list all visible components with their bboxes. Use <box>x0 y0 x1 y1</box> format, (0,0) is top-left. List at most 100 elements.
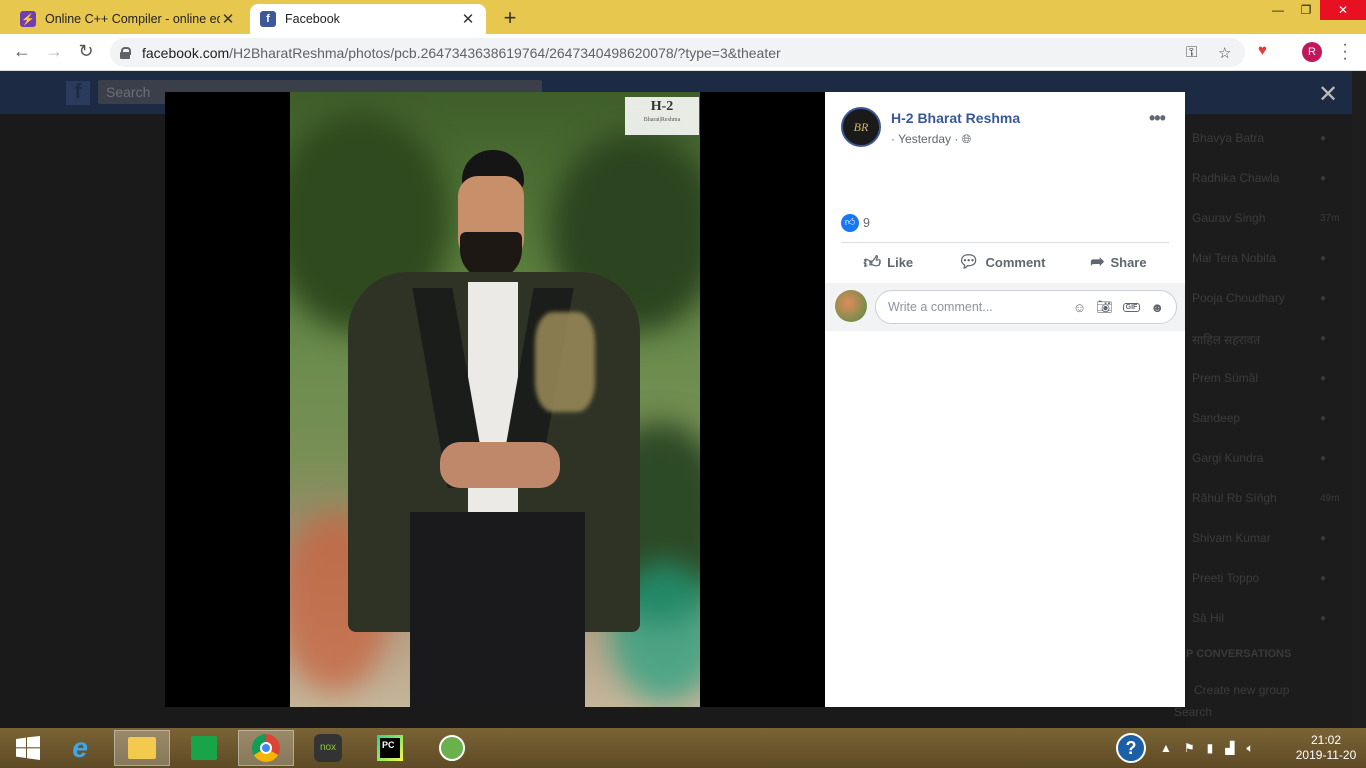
chat-contact[interactable]: Gaurav Singh <box>1192 211 1265 225</box>
post-meta: · Yesterday · 🌐︎ <box>891 132 971 147</box>
chat-contact[interactable]: Gargi Kundra <box>1192 451 1263 465</box>
tab-cpp-compiler[interactable]: ⚡ Online C++ Compiler - online ed ✕ <box>10 4 246 34</box>
thumbs-up-icon: 👍︎ <box>863 252 882 272</box>
post-panel: BR H-2 Bharat Reshma · Yesterday · 🌐︎ ••… <box>825 92 1185 707</box>
minimize-button[interactable]: — <box>1264 0 1292 20</box>
chat-status: ● <box>1320 573 1327 584</box>
windows-taskbar: e nox PC ? ▲ ⚑ ▮ ▟ 🔈︎ 21:02 2019-11-20 <box>0 728 1366 768</box>
sticker-icon[interactable]: ☻ <box>1150 300 1164 315</box>
emoji-icon[interactable]: ☺ <box>1073 300 1086 315</box>
gif-icon[interactable]: GIF <box>1122 302 1141 312</box>
scrollbar[interactable] <box>1352 71 1366 728</box>
chat-contact[interactable]: साहिल सहरावत <box>1192 331 1260 348</box>
photo-stage: H-2 Bharat|Reshma <box>165 92 825 707</box>
chat-contact[interactable]: Preeti Toppo <box>1192 571 1259 585</box>
tab-facebook[interactable]: f Facebook ✕ <box>250 4 486 34</box>
forward-icon[interactable]: → <box>42 41 66 62</box>
reaction-summary[interactable]: 👍︎ 9 <box>841 214 870 232</box>
profile-avatar[interactable]: R <box>1302 42 1322 62</box>
chat-status: ● <box>1320 173 1327 184</box>
share-button[interactable]: ➦ Share <box>1090 252 1146 272</box>
comment-placeholder: Write a comment... <box>888 300 993 314</box>
reaction-count: 9 <box>863 216 870 230</box>
chat-status: ● <box>1320 333 1327 344</box>
internet-explorer-icon[interactable]: e <box>52 730 108 766</box>
chat-status: ● <box>1320 373 1327 384</box>
chat-contact[interactable]: Bhavya Batra <box>1192 131 1264 145</box>
new-tab-button[interactable]: + <box>498 5 522 31</box>
store-icon[interactable] <box>176 730 232 766</box>
chat-status: ● <box>1320 253 1327 264</box>
comment-icon: 💬︎ <box>957 252 980 271</box>
signal-icon[interactable]: ▟ <box>1225 741 1234 755</box>
chat-search[interactable]: Search <box>1174 705 1212 719</box>
close-theater-icon[interactable]: ✕ <box>1318 80 1338 109</box>
lightning-icon: ⚡ <box>20 11 36 27</box>
comment-input[interactable]: Write a comment... ☺ 📷︎ GIF ☻ <box>875 290 1177 324</box>
network-flag-icon[interactable]: ⚑ <box>1184 741 1195 755</box>
close-tab-icon[interactable]: ✕ <box>460 10 476 28</box>
file-explorer-icon[interactable] <box>114 730 170 766</box>
page-name-link[interactable]: H-2 Bharat Reshma <box>891 110 1020 126</box>
system-tray: ▲ ⚑ ▮ ▟ 🔈︎ <box>1160 728 1254 768</box>
chat-status: ● <box>1320 413 1327 424</box>
chat-status: 49m <box>1320 493 1340 504</box>
nox-icon[interactable]: nox <box>300 730 356 766</box>
chat-status: 37m <box>1320 213 1340 224</box>
create-group-link[interactable]: Create new group <box>1194 683 1289 697</box>
comment-composer: Write a comment... ☺ 📷︎ GIF ☻ <box>825 283 1185 331</box>
browser-toolbar: ← → ↻ facebook.com/H2BharatReshma/photos… <box>0 34 1366 71</box>
chat-contact[interactable]: Rãhül Rb Sîñgh <box>1192 491 1277 505</box>
like-reaction-icon: 👍︎ <box>841 214 859 232</box>
camera-icon[interactable]: 📷︎ <box>1096 299 1113 315</box>
window-controls: — ❐ ✕ <box>1264 0 1366 20</box>
clock-time: 21:02 <box>1310 733 1342 747</box>
key-icon[interactable]: ⚿ <box>1186 44 1197 61</box>
battery-icon[interactable]: ▮ <box>1207 741 1214 755</box>
back-icon[interactable]: ← <box>10 41 34 62</box>
chevron-up-icon[interactable]: ▲ <box>1160 741 1172 755</box>
android-studio-icon[interactable] <box>424 730 480 766</box>
page-avatar[interactable]: BR <box>841 107 881 147</box>
url-text: facebook.com/H2BharatReshma/photos/pcb.2… <box>142 44 781 61</box>
share-icon: ➦ <box>1090 252 1105 271</box>
chat-contact[interactable]: Pooja Choudhary <box>1192 291 1285 305</box>
menu-icon[interactable]: · · · <box>1340 37 1350 67</box>
comment-button[interactable]: 💬︎ Comment <box>958 252 1046 272</box>
pycharm-icon[interactable]: PC <box>362 730 418 766</box>
chat-contact[interactable]: Mai Tera Nobita <box>1192 251 1276 265</box>
facebook-logo[interactable]: f <box>66 81 90 105</box>
restore-button[interactable]: ❐ <box>1292 0 1320 20</box>
chat-contact[interactable]: Sandeep <box>1192 411 1240 425</box>
more-options-icon[interactable]: ••• <box>1149 108 1166 129</box>
lock-icon <box>120 46 131 59</box>
chat-contact[interactable]: Sâ Hil <box>1192 611 1224 625</box>
tab-strip: ⚡ Online C++ Compiler - online ed ✕ f Fa… <box>0 0 1366 34</box>
divider <box>841 242 1169 243</box>
chat-contact[interactable]: Shivam Kumar <box>1192 531 1271 545</box>
chat-status: ● <box>1320 613 1327 624</box>
help-icon[interactable]: ? <box>1116 728 1146 768</box>
like-button[interactable]: 👍︎ Like <box>863 252 913 273</box>
volume-icon[interactable]: 🔈︎ <box>1247 741 1254 756</box>
clock-date: 2019-11-20 <box>1295 748 1357 762</box>
chat-status: ● <box>1320 293 1327 304</box>
star-icon[interactable]: ☆ <box>1218 44 1231 62</box>
clock[interactable]: 21:02 2019-11-20 <box>1290 733 1362 763</box>
group-conversations-header: P CONVERSATIONS <box>1186 648 1292 660</box>
chat-contact[interactable]: Prem Sümâl <box>1192 371 1258 385</box>
tab-title: Online C++ Compiler - online ed <box>45 12 220 26</box>
reload-icon[interactable]: ↻ <box>74 41 98 62</box>
close-tab-icon[interactable]: ✕ <box>220 10 236 28</box>
address-bar[interactable]: facebook.com/H2BharatReshma/photos/pcb.2… <box>110 38 1245 67</box>
windows-start-icon[interactable] <box>0 730 56 766</box>
facebook-icon: f <box>260 11 276 27</box>
close-window-button[interactable]: ✕ <box>1320 0 1366 20</box>
post-photo[interactable]: H-2 Bharat|Reshma <box>290 92 700 707</box>
chrome-icon[interactable] <box>238 730 294 766</box>
chat-contact[interactable]: Radhika Chawla <box>1192 171 1279 185</box>
chat-status: ● <box>1320 453 1327 464</box>
globe-icon: 🌐︎ <box>961 132 972 146</box>
extension-icon[interactable]: ♥ <box>1258 42 1267 59</box>
post-timestamp[interactable]: · Yesterday · <box>891 132 958 146</box>
